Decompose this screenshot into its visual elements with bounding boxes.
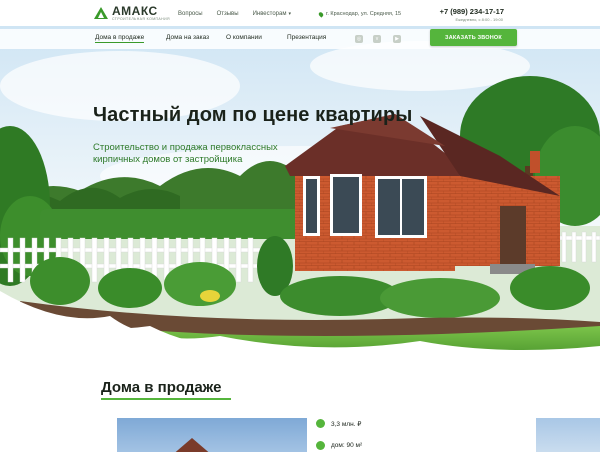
spec-price-value: 3,3 млн. ₽ bbox=[331, 420, 362, 428]
location-pin-icon bbox=[317, 10, 325, 18]
request-call-button[interactable]: ЗАКАЗАТЬ ЗВОНОК bbox=[430, 29, 517, 46]
logo-tagline: СТРОИТЕЛЬНАЯ КОМПАНИЯ bbox=[112, 17, 170, 21]
spec-price: 3,3 млн. ₽ bbox=[316, 419, 361, 428]
top-header: АМАКС СТРОИТЕЛЬНАЯ КОМПАНИЯ Вопросы Отзы… bbox=[0, 0, 600, 26]
logo[interactable]: АМАКС СТРОИТЕЛЬНАЯ КОМПАНИЯ bbox=[94, 5, 170, 22]
nav-presentation[interactable]: Презентация bbox=[287, 34, 326, 41]
section-underline bbox=[101, 398, 231, 400]
top-link-investors-label: Инвесторам bbox=[252, 11, 287, 17]
section-title: Дома в продаже bbox=[101, 379, 222, 396]
logo-name: АМАКС bbox=[112, 4, 158, 18]
spec-area: дом: 90 м² bbox=[316, 441, 362, 450]
hero-subtitle-line-2: кирпичных домов от застройщика bbox=[93, 154, 243, 165]
top-link-questions[interactable]: Вопросы bbox=[178, 11, 203, 17]
instagram-icon[interactable]: ◎ bbox=[355, 35, 363, 43]
phone-number[interactable]: +7 (989) 234-17-17 bbox=[440, 7, 504, 16]
address: г. Краснодар, ул. Средняя, 15 bbox=[317, 10, 402, 18]
house-card-image[interactable] bbox=[117, 418, 307, 452]
logo-mark-icon bbox=[94, 7, 108, 20]
top-link-reviews[interactable]: Отзывы bbox=[217, 11, 239, 17]
youtube-icon[interactable]: ▶ bbox=[393, 35, 401, 43]
vk-icon[interactable]: v bbox=[373, 35, 381, 43]
address-text: г. Краснодар, ул. Средняя, 15 bbox=[326, 11, 402, 17]
top-link-investors[interactable]: Инвесторам ▾ bbox=[253, 11, 291, 17]
nav-about-company[interactable]: О компании bbox=[226, 34, 262, 41]
nav-homes-for-sale[interactable]: Дома в продаже bbox=[95, 34, 145, 43]
top-links: Вопросы Отзывы Инвесторам ▾ bbox=[178, 11, 291, 17]
hero-subtitle: Строительство и продажа первоклассных ки… bbox=[93, 142, 333, 166]
chevron-down-icon: ▾ bbox=[288, 11, 291, 17]
hero-subtitle-line-1: Строительство и продажа первоклассных bbox=[93, 142, 278, 153]
hero-title: Частный дом по цене квартиры bbox=[93, 104, 413, 126]
nav-custom-homes[interactable]: Дома на заказ bbox=[166, 34, 209, 41]
hero-illustration bbox=[0, 26, 600, 356]
working-hours: Ежедневно, с 8:00 - 19:00 bbox=[455, 17, 504, 22]
price-tag-icon bbox=[316, 419, 325, 428]
hero: Частный дом по цене квартиры Строительст… bbox=[0, 26, 600, 356]
house-card-image-next[interactable] bbox=[536, 418, 600, 452]
spec-area-value: дом: 90 м² bbox=[331, 442, 363, 449]
house-icon bbox=[316, 441, 325, 450]
house-roof-image bbox=[157, 438, 227, 452]
